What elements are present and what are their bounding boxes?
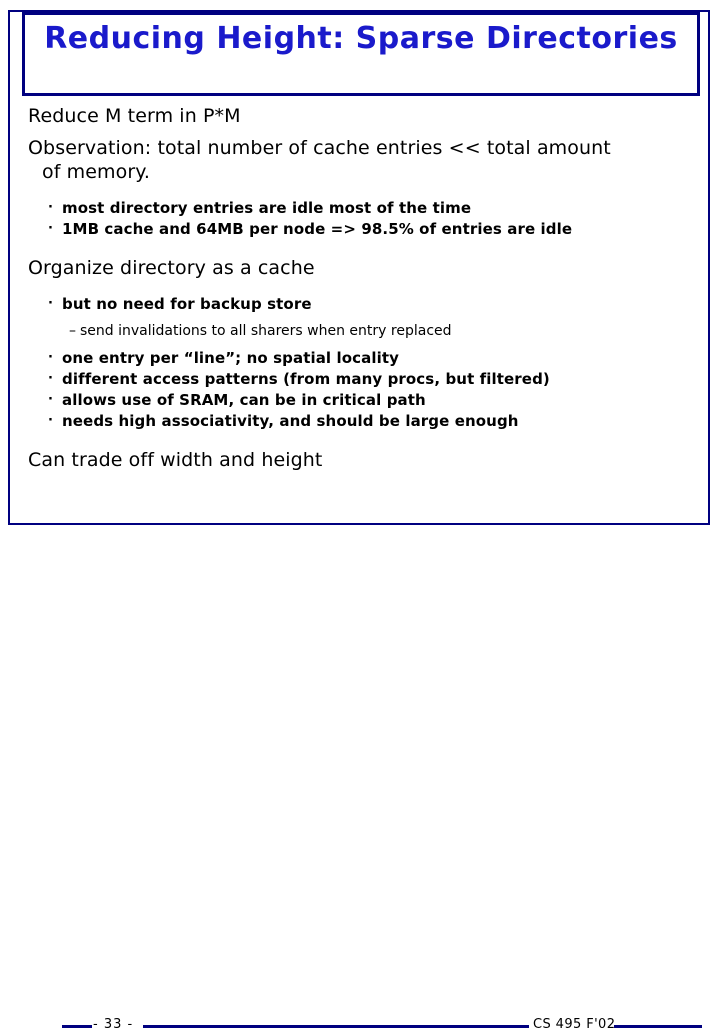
slide-body: Reduce M term in P*M Observation: total … bbox=[28, 104, 696, 484]
bullet-most-directory-entries: · most directory entries are idle most o… bbox=[28, 198, 696, 219]
bullet-label: but no need for backup store bbox=[62, 295, 312, 313]
footer-rule-left bbox=[62, 1025, 92, 1028]
course-label: CS 495 F'02 bbox=[533, 1017, 616, 1032]
bullet-dot-icon: · bbox=[48, 221, 54, 236]
bullet-label: one entry per “line”; no spatial localit… bbox=[62, 349, 399, 367]
bullet-1mb-cache: · 1MB cache and 64MB per node => 98.5% o… bbox=[28, 219, 696, 240]
sub-bullet-label: send invalidations to all sharers when e… bbox=[80, 323, 452, 339]
sub-bullet-send-invalidations: – send invalidations to all sharers when… bbox=[28, 321, 696, 342]
slide-canvas: Reducing Height: Sparse Directories Redu… bbox=[0, 0, 720, 1032]
bullet-dot-icon: · bbox=[48, 392, 54, 407]
bullet-allows-sram: · allows use of SRAM, can be in critical… bbox=[28, 390, 696, 411]
bullet-high-associativity: · needs high associativity, and should b… bbox=[28, 411, 696, 432]
bullet-dot-icon: · bbox=[48, 200, 54, 215]
bullet-different-access-patterns: · different access patterns (from many p… bbox=[28, 369, 696, 390]
bullet-backup-store: · but no need for backup store bbox=[28, 294, 696, 315]
observation-text-second-line: of memory. bbox=[42, 161, 151, 183]
bullet-one-entry-per-line: · one entry per “line”; no spatial local… bbox=[28, 348, 696, 369]
page-number: - 33 - bbox=[93, 1017, 134, 1032]
slide-title-box: Reducing Height: Sparse Directories bbox=[22, 11, 700, 96]
bullet-label: allows use of SRAM, can be in critical p… bbox=[62, 391, 426, 409]
bullet-label: needs high associativity, and should be … bbox=[62, 412, 519, 430]
body-line-organize-directory: Organize directory as a cache bbox=[28, 257, 315, 279]
bullet-dot-icon: · bbox=[48, 350, 54, 365]
footer-rule-right bbox=[614, 1025, 702, 1028]
bullet-dot-icon: · bbox=[48, 296, 54, 311]
bullet-label: most directory entries are idle most of … bbox=[62, 199, 472, 217]
bullet-label: 1MB cache and 64MB per node => 98.5% of … bbox=[62, 220, 573, 238]
observation-text-first-line: Observation: total number of cache entri… bbox=[28, 137, 611, 159]
body-line-reduce-m-term: Reduce M term in P*M bbox=[28, 105, 241, 127]
bullet-dot-icon: · bbox=[48, 371, 54, 386]
slide-footer: - 33 - CS 495 F'02 bbox=[0, 505, 720, 1032]
bullet-label: different access patterns (from many pro… bbox=[62, 370, 550, 388]
footer-rule-middle bbox=[143, 1025, 529, 1028]
bullet-dot-icon: · bbox=[48, 413, 54, 428]
page-title: Reducing Height: Sparse Directories bbox=[44, 21, 678, 56]
body-line-observation: Observation: total number of cache entri… bbox=[28, 136, 688, 184]
body-line-trade-off: Can trade off width and height bbox=[28, 449, 323, 471]
dash-marker-icon: – bbox=[69, 323, 76, 339]
